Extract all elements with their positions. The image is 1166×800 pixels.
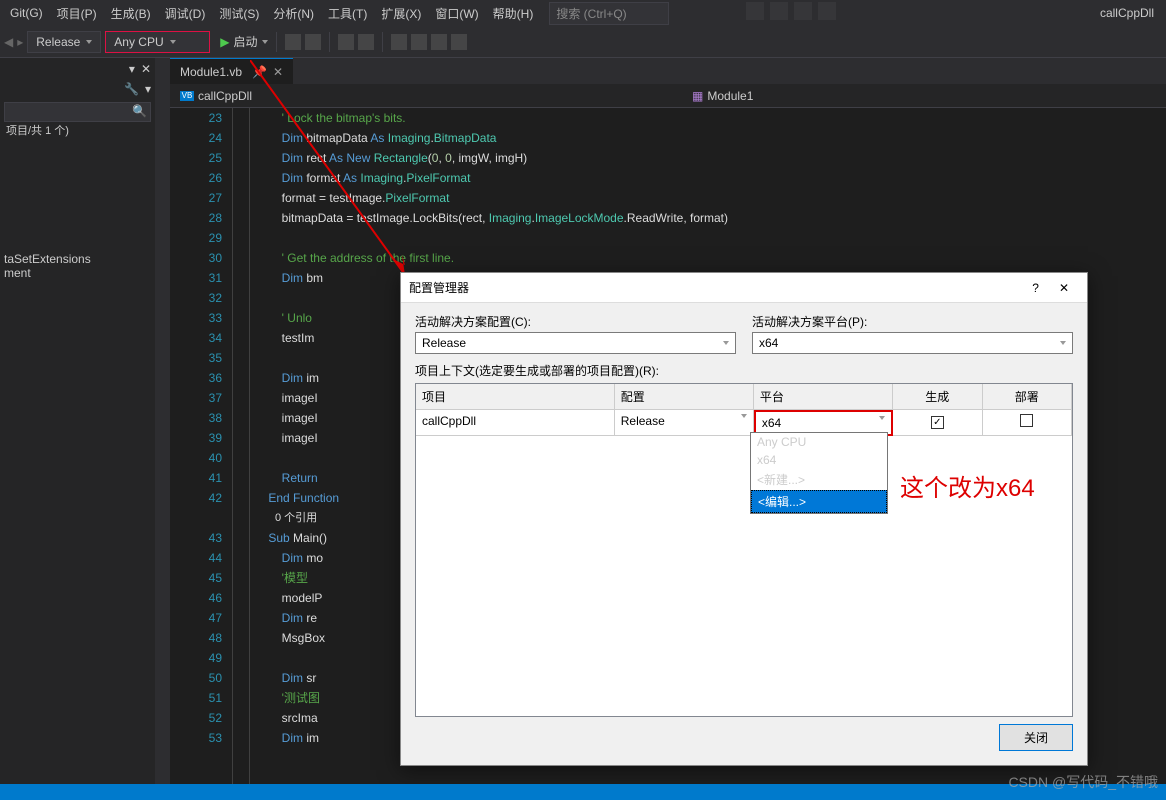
grid-row: callCppDll Release x64 ✓ — [416, 410, 1072, 436]
option-edit[interactable]: <编辑...> — [751, 490, 887, 513]
sidebar-item[interactable]: ment — [4, 266, 151, 280]
config-select[interactable]: Release — [415, 332, 736, 354]
option-anycpu[interactable]: Any CPU — [751, 433, 887, 451]
menu-project[interactable]: 项目(P) — [51, 2, 103, 25]
option-x64[interactable]: x64 — [751, 451, 887, 469]
toolbar-icon[interactable] — [451, 34, 467, 50]
caret-icon — [170, 40, 176, 44]
menu-build[interactable]: 生成(B) — [105, 2, 157, 25]
status-bar — [0, 784, 1166, 800]
help-icon[interactable]: ? — [1022, 277, 1049, 299]
toolbar: ◀ ▸ Release Any CPU ▶ 启动 — [0, 26, 1166, 58]
separator — [382, 32, 383, 52]
window-icon[interactable] — [746, 2, 764, 20]
col-config[interactable]: 配置 — [615, 384, 754, 410]
breadcrumb-bar: VB callCppDll ▦ Module1 — [170, 84, 1166, 108]
close-button[interactable]: 关闭 — [999, 724, 1073, 751]
window-icon[interactable] — [794, 2, 812, 20]
module-icon: ▦ — [692, 89, 703, 103]
search-input[interactable]: 搜索 (Ctrl+Q) — [549, 2, 669, 25]
menu-extensions[interactable]: 扩展(X) — [375, 2, 427, 25]
dialog-titlebar: 配置管理器 ? ✕ — [401, 273, 1087, 303]
menu-window[interactable]: 窗口(W) — [429, 2, 484, 25]
pin-icon[interactable]: 📌 — [252, 65, 267, 79]
cell-project: callCppDll — [416, 410, 615, 436]
play-icon[interactable]: ▶ — [220, 35, 229, 49]
menu-tools[interactable]: 工具(T) — [322, 2, 373, 25]
toolbar-icon[interactable] — [358, 34, 374, 50]
col-project[interactable]: 项目 — [416, 384, 615, 410]
caret-icon — [86, 40, 92, 44]
col-platform[interactable]: 平台 — [754, 384, 893, 410]
separator — [276, 32, 277, 52]
caret-icon — [262, 40, 268, 44]
menu-bar: Git(G) 项目(P) 生成(B) 调试(D) 测试(S) 分析(N) 工具(… — [0, 0, 1166, 26]
context-label: 项目上下文(选定要生成或部署的项目配置)(R): — [415, 362, 1073, 379]
menu-help[interactable]: 帮助(H) — [487, 2, 540, 25]
separator — [329, 32, 330, 52]
breadcrumb-project[interactable]: VB callCppDll — [170, 87, 262, 105]
platform-dropdown[interactable]: Any CPU — [105, 31, 210, 53]
watermark: CSDN @写代码_不错哦 — [1008, 772, 1158, 792]
title-icons — [746, 2, 836, 20]
col-build[interactable]: 生成 — [893, 384, 982, 410]
close-icon[interactable]: ✕ — [1049, 277, 1079, 299]
nav-fwd-icon[interactable]: ▸ — [17, 35, 23, 49]
menu-debug[interactable]: 调试(D) — [159, 2, 212, 25]
caret-icon[interactable]: ▾ — [145, 82, 151, 96]
checkbox-icon[interactable]: ✓ — [931, 416, 944, 429]
window-icon[interactable] — [770, 2, 788, 20]
fold-bar[interactable] — [232, 108, 250, 784]
window-icon[interactable] — [818, 2, 836, 20]
breadcrumb-module[interactable]: ▦ Module1 — [682, 87, 763, 105]
tool-icon[interactable]: 🔧 — [124, 82, 139, 96]
cell-config[interactable]: Release — [615, 410, 754, 436]
menu-test[interactable]: 测试(S) — [213, 2, 265, 25]
vb-icon: VB — [180, 91, 194, 101]
line-gutter: 2324252627282930313233343536373839404142… — [170, 108, 230, 748]
solution-name: callCppDll — [1092, 4, 1162, 22]
cell-build[interactable]: ✓ — [893, 410, 982, 436]
platform-dropdown-open: Any CPU x64 <新建...> <编辑...> — [750, 432, 888, 514]
platform-select[interactable]: x64 — [752, 332, 1073, 354]
toolbar-icon[interactable] — [411, 34, 427, 50]
project-grid: 项目 配置 平台 生成 部署 callCppDll Release x64 ✓ — [415, 383, 1073, 717]
menu-analyze[interactable]: 分析(N) — [267, 2, 320, 25]
sidebar-icon[interactable]: ▾ — [129, 62, 135, 76]
sidebar: ▾ ✕ 🔧 ▾ 🔍 项目/共 1 个) taSetExtensions ment — [0, 58, 155, 800]
config-dropdown[interactable]: Release — [27, 31, 101, 53]
checkbox-icon[interactable] — [1020, 414, 1033, 427]
platform-label: 活动解决方案平台(P): — [752, 313, 1073, 330]
config-manager-dialog: 配置管理器 ? ✕ 活动解决方案配置(C): Release 活动解决方案平台(… — [400, 272, 1088, 766]
tab-label: Module1.vb — [180, 65, 242, 79]
toolbar-icon[interactable] — [431, 34, 447, 50]
toolbar-icon[interactable] — [338, 34, 354, 50]
close-icon[interactable]: ✕ — [273, 65, 283, 79]
nav-back-icon[interactable]: ◀ — [4, 35, 13, 49]
sidebar-search[interactable] — [4, 102, 151, 122]
start-button[interactable]: 启动 — [234, 33, 258, 50]
config-label: 活动解决方案配置(C): — [415, 313, 736, 330]
close-icon[interactable]: ✕ — [141, 62, 151, 76]
tab-bar: Module1.vb 📌 ✕ — [170, 58, 1166, 84]
annotation-text: 这个改为x64 — [900, 468, 1035, 503]
sidebar-item[interactable]: taSetExtensions — [4, 252, 151, 266]
col-deploy[interactable]: 部署 — [983, 384, 1072, 410]
toolbar-icon[interactable] — [391, 34, 407, 50]
option-new[interactable]: <新建...> — [751, 469, 887, 490]
dialog-title: 配置管理器 — [409, 279, 1022, 296]
cell-deploy[interactable] — [983, 410, 1072, 436]
menu-git[interactable]: Git(G) — [4, 3, 49, 23]
toolbar-icon[interactable] — [285, 34, 301, 50]
toolbar-icon[interactable] — [305, 34, 321, 50]
file-tab[interactable]: Module1.vb 📌 ✕ — [170, 58, 293, 84]
